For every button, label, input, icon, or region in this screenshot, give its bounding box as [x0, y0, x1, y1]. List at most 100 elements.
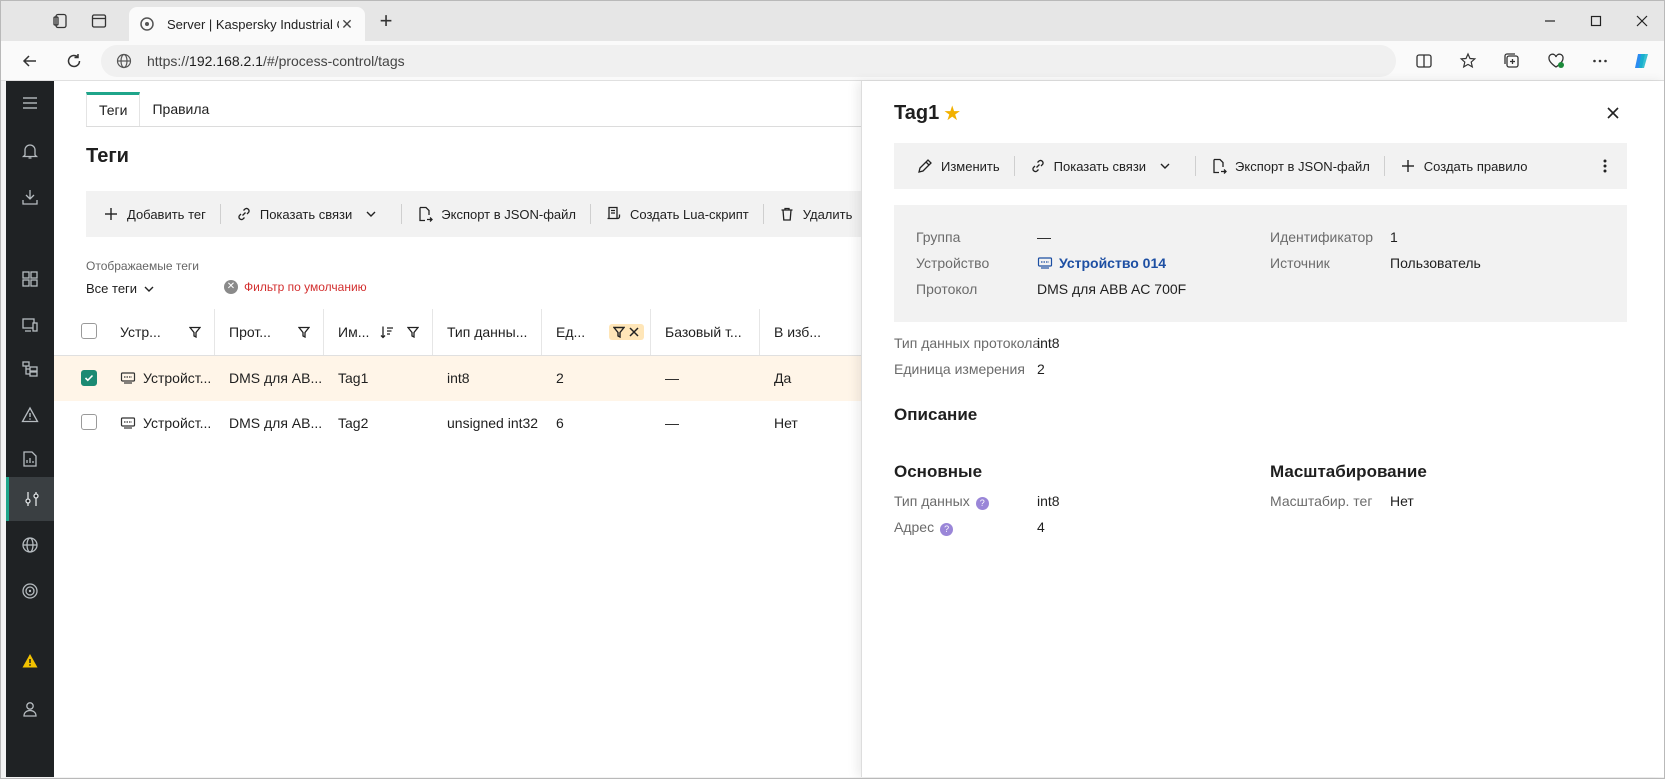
create-rule-button[interactable]: Создать правило — [1399, 157, 1527, 175]
row-checkbox[interactable] — [81, 413, 97, 430]
divider — [1013, 156, 1015, 176]
menu-icon[interactable] — [6, 81, 54, 125]
help-icon[interactable]: ? — [940, 523, 954, 536]
tab-rules[interactable]: Правила — [140, 92, 221, 126]
reports-icon[interactable] — [6, 437, 54, 481]
help-icon[interactable]: ? — [975, 497, 989, 510]
close-window-button[interactable] — [1619, 7, 1664, 35]
url-host: 192.168.2.1 — [189, 53, 263, 69]
site-info-icon[interactable] — [115, 52, 133, 70]
devices-icon[interactable] — [6, 303, 54, 347]
cell-device: Устройст... — [143, 415, 212, 431]
panel-show-links-button[interactable]: Показать связи — [1029, 157, 1181, 175]
filter-label: Отображаемые теги — [86, 259, 199, 273]
address-label: Адрес? — [894, 519, 954, 536]
back-button[interactable] — [19, 50, 41, 72]
device-link[interactable]: Устройство 014 — [1037, 255, 1166, 271]
filter-icon[interactable] — [404, 326, 422, 338]
split-screen-icon[interactable] — [1413, 50, 1435, 72]
row-checkbox[interactable] — [81, 370, 97, 387]
add-tag-button[interactable]: Добавить тег — [102, 205, 206, 223]
refresh-button[interactable] — [63, 50, 85, 72]
close-tab-icon[interactable]: ✕ — [339, 16, 355, 33]
table-row[interactable]: Устройст... DMS для AB... Tag2 unsigned … — [54, 401, 861, 446]
collections-icon[interactable] — [1501, 50, 1523, 72]
tree-icon[interactable] — [6, 347, 54, 391]
group-value: — — [1037, 229, 1051, 245]
new-tab-button[interactable]: + — [375, 10, 397, 33]
delete-button[interactable]: Удалить — [778, 205, 852, 223]
tab-title: Server | Kaspersky Industrial Cyb — [167, 16, 339, 32]
user-icon[interactable] — [6, 687, 54, 731]
column-name-label: Им... — [338, 324, 370, 340]
alerts-icon[interactable] — [6, 393, 54, 437]
show-links-button[interactable]: Показать связи — [235, 205, 387, 223]
pencil-icon — [916, 157, 934, 175]
dashboard-icon[interactable] — [6, 257, 54, 301]
active-filter-badge[interactable] — [609, 324, 644, 340]
notifications-icon[interactable] — [6, 129, 54, 173]
tab-actions-icon[interactable] — [89, 11, 109, 31]
column-name[interactable]: Им... — [324, 309, 433, 356]
cell-name: Tag2 — [338, 415, 369, 431]
filter-icon[interactable] — [186, 326, 204, 338]
edit-button[interactable]: Изменить — [916, 157, 1000, 175]
panel-export-json-label: Экспорт в JSON-файл — [1235, 158, 1370, 174]
network-icon[interactable] — [6, 523, 54, 567]
favorite-star-icon[interactable]: ★ — [943, 101, 961, 126]
column-favorite[interactable]: В изб... — [760, 309, 861, 356]
url-path: /#/process-control/tags — [263, 53, 405, 69]
more-vertical-icon[interactable] — [1595, 156, 1615, 176]
browser-tab[interactable]: Server | Kaspersky Industrial Cyb ✕ — [129, 7, 365, 41]
tags-filter-dropdown[interactable]: Все теги — [86, 281, 155, 296]
more-menu-icon[interactable] — [1589, 50, 1611, 72]
minimize-button[interactable] — [1527, 7, 1573, 35]
browser-essentials-icon[interactable] — [1545, 50, 1567, 72]
add-tag-label: Добавить тег — [127, 206, 206, 222]
tag-info-box: Группа — Устройство Устройство 014 Прото… — [894, 205, 1627, 322]
filter-icon[interactable] — [295, 326, 313, 338]
panel-export-json-button[interactable]: Экспорт в JSON-файл — [1210, 157, 1370, 175]
download-icon[interactable] — [6, 175, 54, 219]
device-icon — [120, 370, 136, 386]
maximize-button[interactable] — [1573, 7, 1619, 35]
select-all-checkbox[interactable] — [81, 322, 97, 339]
scaling-heading: Масштабирование — [1270, 462, 1427, 481]
export-json-button[interactable]: Экспорт в JSON-файл — [416, 205, 576, 223]
workspaces-icon[interactable] — [51, 11, 71, 31]
favorites-icon[interactable] — [1457, 50, 1479, 72]
column-device[interactable]: Устр... — [106, 309, 215, 356]
default-filter-chip[interactable]: ✕ Фильтр по умолчанию — [224, 280, 367, 294]
clear-filter-icon[interactable]: ✕ — [224, 280, 238, 294]
url-field[interactable]: https://192.168.2.1/#/process-control/ta… — [101, 45, 1396, 77]
tab-tags[interactable]: Теги — [86, 92, 141, 126]
create-lua-button[interactable]: Создать Lua-скрипт — [605, 205, 749, 223]
warning-icon[interactable] — [6, 639, 54, 683]
title-bar: Server | Kaspersky Industrial Cyb ✕ + — [1, 1, 1664, 41]
divider — [590, 204, 592, 224]
tags-filter-value: Все теги — [86, 281, 138, 296]
description-heading: Описание — [894, 405, 978, 424]
copilot-icon[interactable] — [1631, 50, 1653, 72]
data-type-value: int8 — [1037, 493, 1060, 509]
column-protocol[interactable]: Прот... — [215, 309, 324, 356]
process-control-icon[interactable] — [6, 477, 54, 521]
favicon-icon — [139, 16, 155, 32]
chevron-down-icon — [143, 283, 155, 295]
source-label: Источник — [1270, 255, 1330, 271]
sort-icon[interactable] — [378, 325, 396, 339]
tags-table: Устр... Прот... Им... Тип данны... Ед...… — [54, 309, 861, 446]
column-data-type[interactable]: Тип данны... — [433, 309, 542, 356]
column-data-type-label: Тип данны... — [447, 324, 528, 340]
cell-protocol: DMS для AB... — [229, 415, 323, 431]
close-panel-icon[interactable] — [1603, 103, 1623, 123]
panel-title: Tag1 ★ — [894, 101, 961, 126]
device-label: Устройство — [916, 255, 990, 271]
column-unit[interactable]: Ед... — [542, 309, 651, 356]
target-icon[interactable] — [6, 569, 54, 613]
tabs-divider — [86, 126, 861, 127]
default-filter-label: Фильтр по умолчанию — [244, 280, 367, 294]
column-base-type[interactable]: Базовый т... — [651, 309, 760, 356]
table-row[interactable]: Устройст... DMS для AB... Tag1 int8 2 — … — [54, 355, 861, 401]
scaling-tag-label: Масштабир. тег — [1270, 493, 1373, 509]
